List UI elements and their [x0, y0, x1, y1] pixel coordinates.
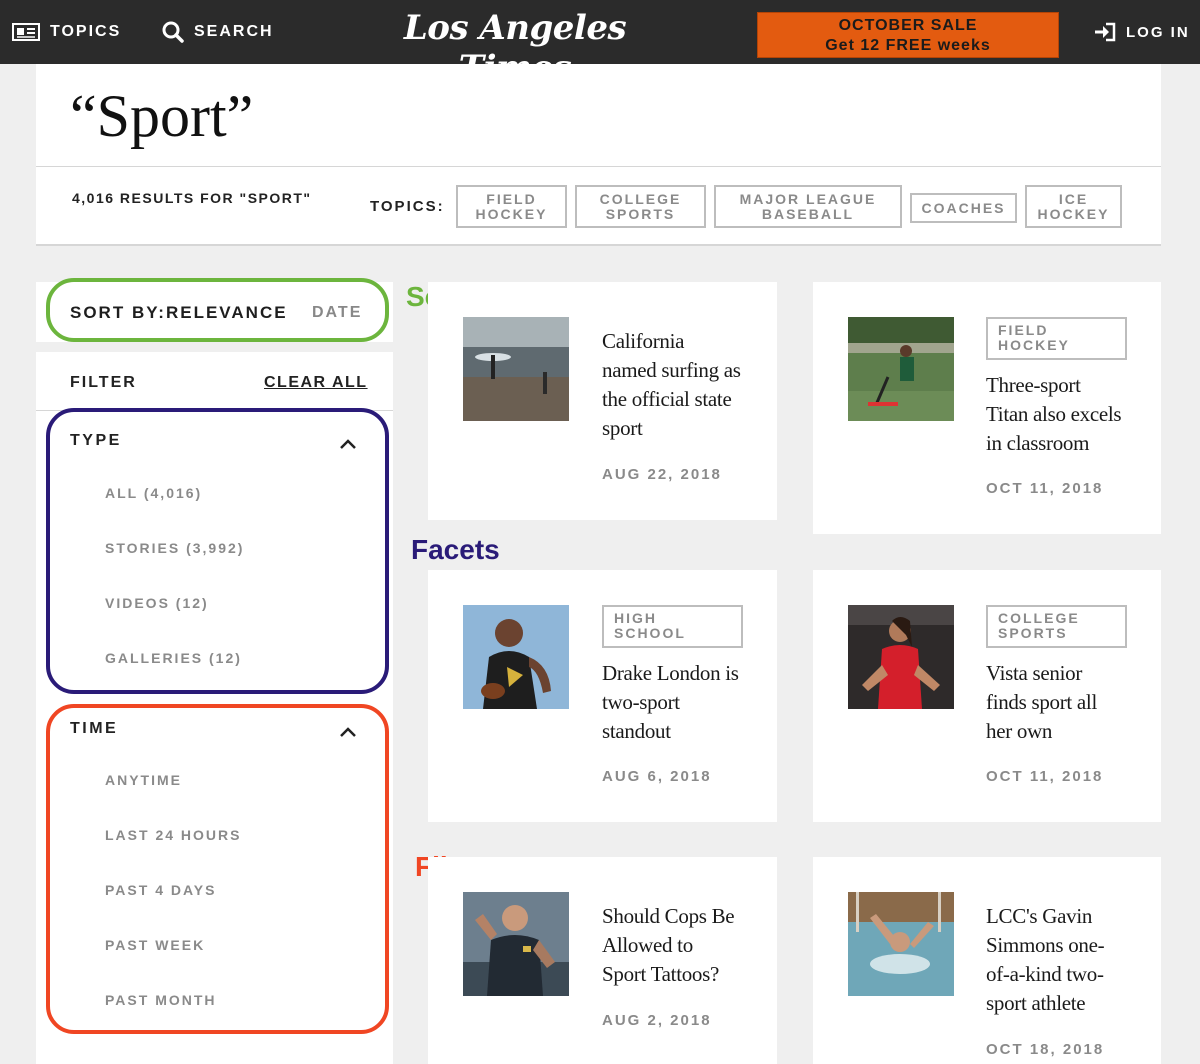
article-title: Should Cops Be Allowed to Sport Tattoos?: [602, 902, 735, 989]
article-date: AUG 22, 2018: [602, 466, 722, 483]
tag-line: SCHOOL: [614, 625, 686, 641]
title-line: finds sport all: [986, 690, 1097, 714]
search-button[interactable]: SEARCH: [162, 0, 274, 64]
page-title: “Sport”: [70, 83, 254, 149]
title-line: Vista senior: [986, 661, 1083, 685]
article-title: Vista senior finds sport all her own: [986, 659, 1097, 746]
title-line: sport athlete: [986, 991, 1086, 1015]
tag-line: COLLEGE: [998, 610, 1080, 626]
topics-menu-button[interactable]: TOPICS: [12, 0, 121, 64]
chip-line: FIELD: [486, 190, 537, 207]
clear-all-link[interactable]: CLEAR ALL: [264, 374, 368, 392]
article-thumbnail[interactable]: [848, 605, 954, 709]
category-tag[interactable]: COLLEGE SPORTS: [986, 605, 1127, 648]
article-title: Drake London is two-sport standout: [602, 659, 739, 746]
title-line: in classroom: [986, 431, 1090, 455]
article-thumbnail[interactable]: [848, 892, 954, 996]
filters-highlight-ring: [46, 704, 389, 1034]
category-tag[interactable]: FIELD HOCKEY: [986, 317, 1127, 360]
topics-label: TOPICS: [50, 23, 122, 40]
tag-line: FIELD: [998, 322, 1049, 338]
chip-line: COACHES: [921, 199, 1006, 216]
facets-annotation-label: Facets: [411, 534, 500, 565]
topic-chip-ice-hockey[interactable]: ICE HOCKEY: [1025, 185, 1122, 228]
category-tag[interactable]: HIGH SCHOOL: [602, 605, 743, 648]
login-button[interactable]: LOG IN: [1094, 0, 1190, 64]
title-line: sport: [602, 416, 643, 440]
title-line: Allowed to: [602, 933, 693, 957]
chip-line: ICE: [1058, 190, 1089, 207]
header-divider: [36, 166, 1161, 167]
topic-chip-coaches[interactable]: COACHES: [910, 193, 1017, 223]
result-card[interactable]: Should Cops Be Allowed to Sport Tattoos?…: [428, 857, 777, 1064]
search-header: “Sport” 4,016 RESULTS FOR "SPORT" TOPICS…: [36, 64, 1161, 246]
article-thumbnail[interactable]: [463, 317, 569, 421]
article-title: LCC's Gavin Simmons one- of-a-kind two- …: [986, 902, 1105, 1018]
article-title: California named surfing as the official…: [602, 327, 741, 443]
topic-chip-college-sports[interactable]: COLLEGE SPORTS: [575, 185, 706, 228]
article-thumbnail[interactable]: [463, 892, 569, 996]
newspaper-icon: [12, 23, 40, 41]
result-card[interactable]: FIELD HOCKEY Three-sport Titan also exce…: [813, 282, 1161, 534]
top-nav-bar: TOPICS SEARCH Los Angeles Times OCTOBER …: [0, 0, 1200, 88]
title-line: Simmons one-: [986, 933, 1105, 957]
topic-chip-field-hockey[interactable]: FIELD HOCKEY: [456, 185, 567, 228]
title-line: Titan also excels: [986, 402, 1122, 426]
result-card[interactable]: California named surfing as the official…: [428, 282, 777, 520]
topic-chip-major-league-baseball[interactable]: MAJOR LEAGUE BASEBALL: [714, 185, 902, 228]
title-line: Three-sport: [986, 373, 1081, 397]
article-date: OCT 18, 2018: [986, 1041, 1105, 1058]
search-icon: [162, 21, 184, 43]
chip-line: HOCKEY: [1037, 205, 1110, 222]
chip-line: HOCKEY: [475, 205, 548, 222]
result-card[interactable]: COLLEGE SPORTS Vista senior finds sport …: [813, 570, 1161, 822]
article-date: OCT 11, 2018: [986, 768, 1104, 785]
filter-title: FILTER: [70, 374, 137, 391]
title-line: LCC's Gavin: [986, 904, 1093, 928]
tag-line: HOCKEY: [998, 337, 1070, 353]
title-line: her own: [986, 719, 1053, 743]
result-card[interactable]: HIGH SCHOOL Drake London is two-sport st…: [428, 570, 777, 822]
chip-line: MAJOR LEAGUE: [739, 190, 877, 207]
title-line: two-sport: [602, 690, 680, 714]
search-label: SEARCH: [194, 23, 274, 40]
sale-promo-button[interactable]: OCTOBER SALE Get 12 FREE weeks: [757, 12, 1059, 58]
facets-highlight-ring: [46, 408, 389, 694]
article-date: OCT 11, 2018: [986, 480, 1104, 497]
title-line: standout: [602, 719, 671, 743]
chip-line: SPORTS: [605, 205, 676, 222]
sale-title: OCTOBER SALE: [838, 17, 978, 34]
tag-line: HIGH: [614, 610, 657, 626]
tag-line: SPORTS: [998, 625, 1068, 641]
result-card[interactable]: LCC's Gavin Simmons one- of-a-kind two- …: [813, 857, 1161, 1064]
title-line: Sport Tattoos?: [602, 962, 720, 986]
sale-subtitle: Get 12 FREE weeks: [825, 37, 991, 54]
title-line: Should Cops Be: [602, 904, 735, 928]
article-thumbnail[interactable]: [463, 605, 569, 709]
title-line: named surfing as: [602, 358, 741, 382]
login-icon: [1095, 22, 1116, 42]
title-line: Drake London is: [602, 661, 739, 685]
topics-heading: TOPICS:: [370, 198, 445, 215]
title-line: the official state: [602, 387, 732, 411]
chip-line: COLLEGE: [599, 190, 682, 207]
title-line: of-a-kind two-: [986, 962, 1104, 986]
results-count: 4,016 RESULTS FOR "SPORT": [72, 190, 312, 206]
login-label: LOG IN: [1126, 23, 1190, 41]
article-title: Three-sport Titan also excels in classro…: [986, 371, 1122, 458]
article-date: AUG 2, 2018: [602, 1012, 712, 1029]
sort-highlight-ring: [46, 278, 389, 342]
title-line: California: [602, 329, 685, 353]
article-date: AUG 6, 2018: [602, 768, 712, 785]
chip-line: BASEBALL: [761, 205, 855, 222]
article-thumbnail[interactable]: [848, 317, 954, 421]
